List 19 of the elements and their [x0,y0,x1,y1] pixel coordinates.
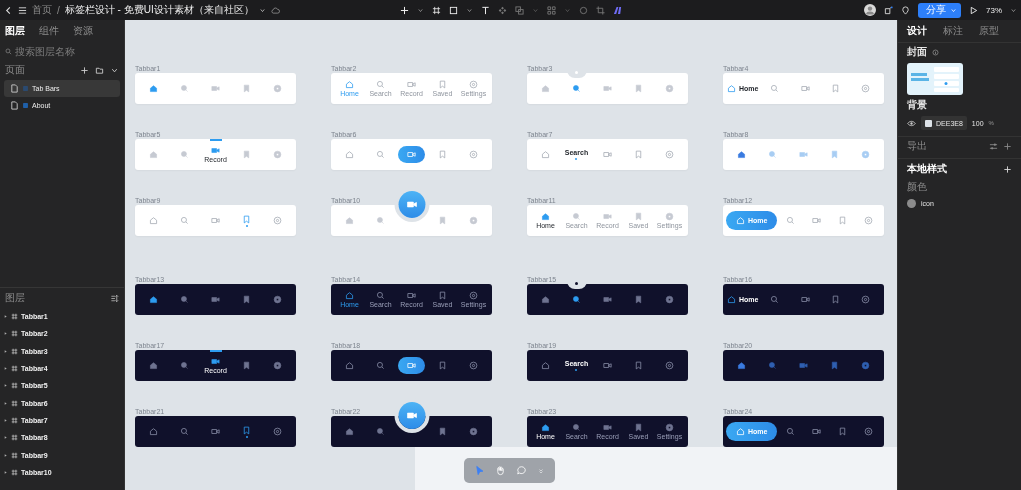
document-title[interactable]: 标签栏设计 - 免费UI设计素材（来自社区） [64,3,254,17]
panel-tab[interactable]: 原型 [979,24,999,38]
section-title: 背景 [907,98,927,112]
panel-tab[interactable]: 设计 [907,24,927,38]
section-title: 本地样式 [907,162,947,176]
panel-tab[interactable]: 组件 [39,24,59,38]
search-field[interactable]: 搜索图层名称 [3,43,121,59]
panel-tab[interactable]: 资源 [73,24,93,38]
share-button[interactable]: 分享 [918,2,961,18]
section-title: 图层 [5,291,25,305]
section-title: 颜色 [907,180,927,194]
zoom-level[interactable]: 73% [986,5,1002,15]
breadcrumb-link[interactable]: 首页 [32,3,52,17]
panel-tab[interactable]: 图层 [5,24,25,38]
section-title: 封面 [907,45,927,59]
breadcrumb-separator: / [57,4,60,16]
panel-tab[interactable]: 标注 [943,24,963,38]
section-title: 导出 [907,139,927,153]
section-title: 页面 [5,63,25,77]
